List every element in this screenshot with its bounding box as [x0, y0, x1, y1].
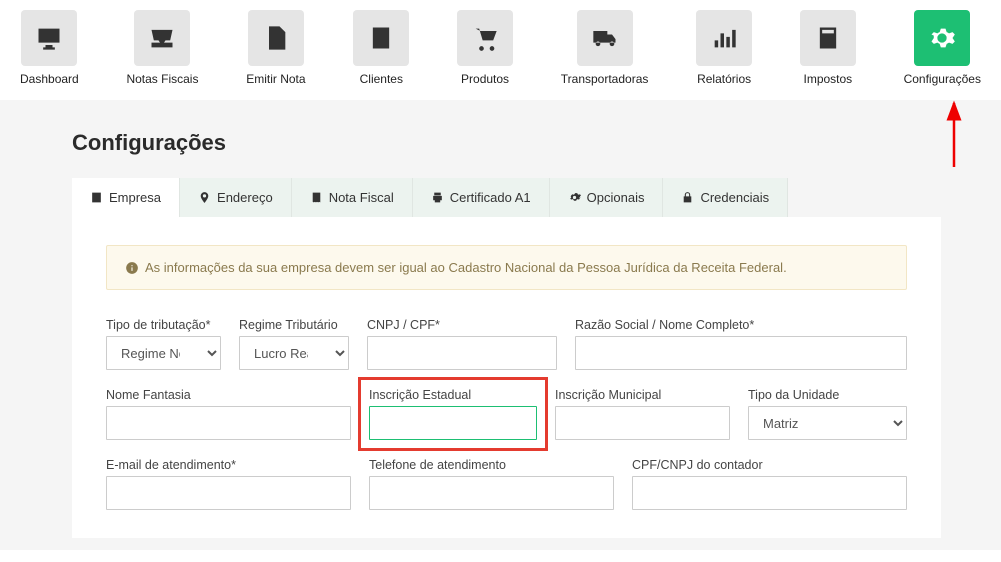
nav-impostos[interactable]: Impostos — [800, 10, 856, 86]
bar-chart-icon — [710, 24, 738, 52]
page-container: Configurações Empresa Endereço Nota Fisc… — [0, 100, 1001, 550]
nav-notas-fiscais[interactable]: Notas Fiscais — [126, 10, 198, 86]
nav-emitir-nota[interactable]: Emitir Nota — [246, 10, 305, 86]
cnpj-label: CNPJ / CPF* — [367, 318, 557, 332]
inbox-icon — [148, 24, 176, 52]
nav-label: Dashboard — [20, 72, 79, 86]
top-nav: Dashboard Notas Fiscais Emitir Nota Clie… — [0, 0, 1001, 86]
printer-icon — [431, 191, 444, 204]
tab-notafiscal[interactable]: Nota Fiscal — [292, 178, 413, 217]
inscricao-estadual-input[interactable] — [369, 406, 537, 440]
monitor-icon — [35, 24, 63, 52]
tab-label: Opcionais — [587, 190, 645, 205]
nome-fantasia-label: Nome Fantasia — [106, 388, 351, 402]
form-card: As informações da sua empresa devem ser … — [72, 217, 941, 538]
alert-text: As informações da sua empresa devem ser … — [145, 260, 449, 275]
cpf-contador-label: CPF/CNPJ do contador — [632, 458, 907, 472]
inscricao-municipal-label: Inscrição Municipal — [555, 388, 730, 402]
nav-relatorios[interactable]: Relatórios — [696, 10, 752, 86]
tab-label: Certificado A1 — [450, 190, 531, 205]
nav-dashboard[interactable]: Dashboard — [20, 10, 79, 86]
alert-link[interactable]: Cadastro Nacional da Pessoa Jurídica da … — [449, 260, 787, 275]
nav-label: Notas Fiscais — [126, 72, 198, 86]
tab-certificado[interactable]: Certificado A1 — [413, 178, 550, 217]
receipt-icon — [310, 191, 323, 204]
nav-label: Emitir Nota — [246, 72, 305, 86]
regime-tributario-label: Regime Tributário — [239, 318, 349, 332]
tab-label: Endereço — [217, 190, 273, 205]
tab-empresa[interactable]: Empresa — [72, 178, 180, 217]
razao-label: Razão Social / Nome Completo* — [575, 318, 907, 332]
telefone-input[interactable] — [369, 476, 614, 510]
page-title: Configurações — [72, 130, 941, 156]
info-alert: As informações da sua empresa devem ser … — [106, 245, 907, 290]
nome-fantasia-input[interactable] — [106, 406, 351, 440]
tipo-unidade-select[interactable]: Matriz — [748, 406, 907, 440]
telefone-label: Telefone de atendimento — [369, 458, 614, 472]
lock-icon — [681, 191, 694, 204]
gear-icon — [568, 191, 581, 204]
tab-label: Nota Fiscal — [329, 190, 394, 205]
tab-endereco[interactable]: Endereço — [180, 178, 292, 217]
nav-label: Impostos — [804, 72, 853, 86]
tipo-tributacao-label: Tipo de tributação* — [106, 318, 221, 332]
razao-input[interactable] — [575, 336, 907, 370]
tipo-tributacao-select[interactable]: Regime No — [106, 336, 221, 370]
regime-tributario-select[interactable]: Lucro Real — [239, 336, 349, 370]
nav-configuracoes[interactable]: Configurações — [904, 10, 981, 86]
tab-credenciais[interactable]: Credenciais — [663, 178, 788, 217]
nav-label: Transportadoras — [561, 72, 649, 86]
inscricao-municipal-input[interactable] — [555, 406, 730, 440]
calculator-icon — [814, 24, 842, 52]
cart-icon — [471, 24, 499, 52]
nav-transportadoras[interactable]: Transportadoras — [561, 10, 649, 86]
nav-label: Clientes — [360, 72, 403, 86]
gear-icon — [928, 24, 956, 52]
info-icon — [125, 261, 139, 275]
contacts-icon — [367, 24, 395, 52]
nav-clientes[interactable]: Clientes — [353, 10, 409, 86]
document-icon — [262, 24, 290, 52]
nav-label: Relatórios — [697, 72, 751, 86]
cpf-contador-input[interactable] — [632, 476, 907, 510]
map-pin-icon — [198, 191, 211, 204]
building-icon — [90, 191, 103, 204]
email-label: E-mail de atendimento* — [106, 458, 351, 472]
inscricao-estadual-label: Inscrição Estadual — [369, 388, 537, 402]
annotation-arrow — [0, 140, 8, 190]
tipo-unidade-label: Tipo da Unidade — [748, 388, 907, 402]
nav-label: Configurações — [904, 72, 981, 86]
nav-label: Produtos — [461, 72, 509, 86]
tab-opcionais[interactable]: Opcionais — [550, 178, 664, 217]
tabs: Empresa Endereço Nota Fiscal Certificado… — [72, 178, 941, 217]
cnpj-input[interactable] — [367, 336, 557, 370]
nav-produtos[interactable]: Produtos — [457, 10, 513, 86]
truck-icon — [591, 24, 619, 52]
tab-label: Credenciais — [700, 190, 769, 205]
email-input[interactable] — [106, 476, 351, 510]
tab-label: Empresa — [109, 190, 161, 205]
